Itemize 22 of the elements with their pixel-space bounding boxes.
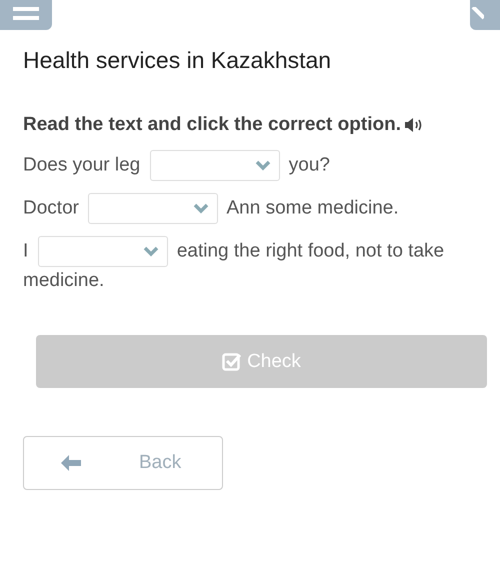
sentence-text: eating the right food, not to take [176, 240, 444, 262]
checkbox-icon [222, 352, 242, 371]
instruction-text: Read the text and click the correct option. [23, 114, 401, 136]
sentence-text: Does your leg [23, 154, 140, 176]
close-button[interactable] [470, 0, 500, 30]
menu-button[interactable] [0, 0, 52, 30]
dropdown-field[interactable] [150, 150, 280, 181]
dropdown-field[interactable] [38, 236, 168, 267]
chevron-down-icon [142, 246, 159, 257]
sentence-text: I [23, 240, 28, 262]
sentence-text: medicine. [23, 270, 104, 291]
menu-icon [13, 7, 39, 23]
dropdown-field[interactable] [88, 193, 218, 224]
chevron-down-icon [254, 160, 271, 171]
sentence-text: you? [288, 154, 330, 176]
sentence-text: Doctor [23, 198, 79, 219]
sentence-text: Ann some medicine. [226, 198, 399, 219]
speaker-icon[interactable] [404, 118, 423, 132]
arrow-left-icon [61, 455, 81, 471]
page-title: Health services in Kazakhstan [23, 46, 332, 74]
chevron-down-icon [193, 203, 210, 214]
back-button[interactable]: Back [23, 436, 223, 490]
